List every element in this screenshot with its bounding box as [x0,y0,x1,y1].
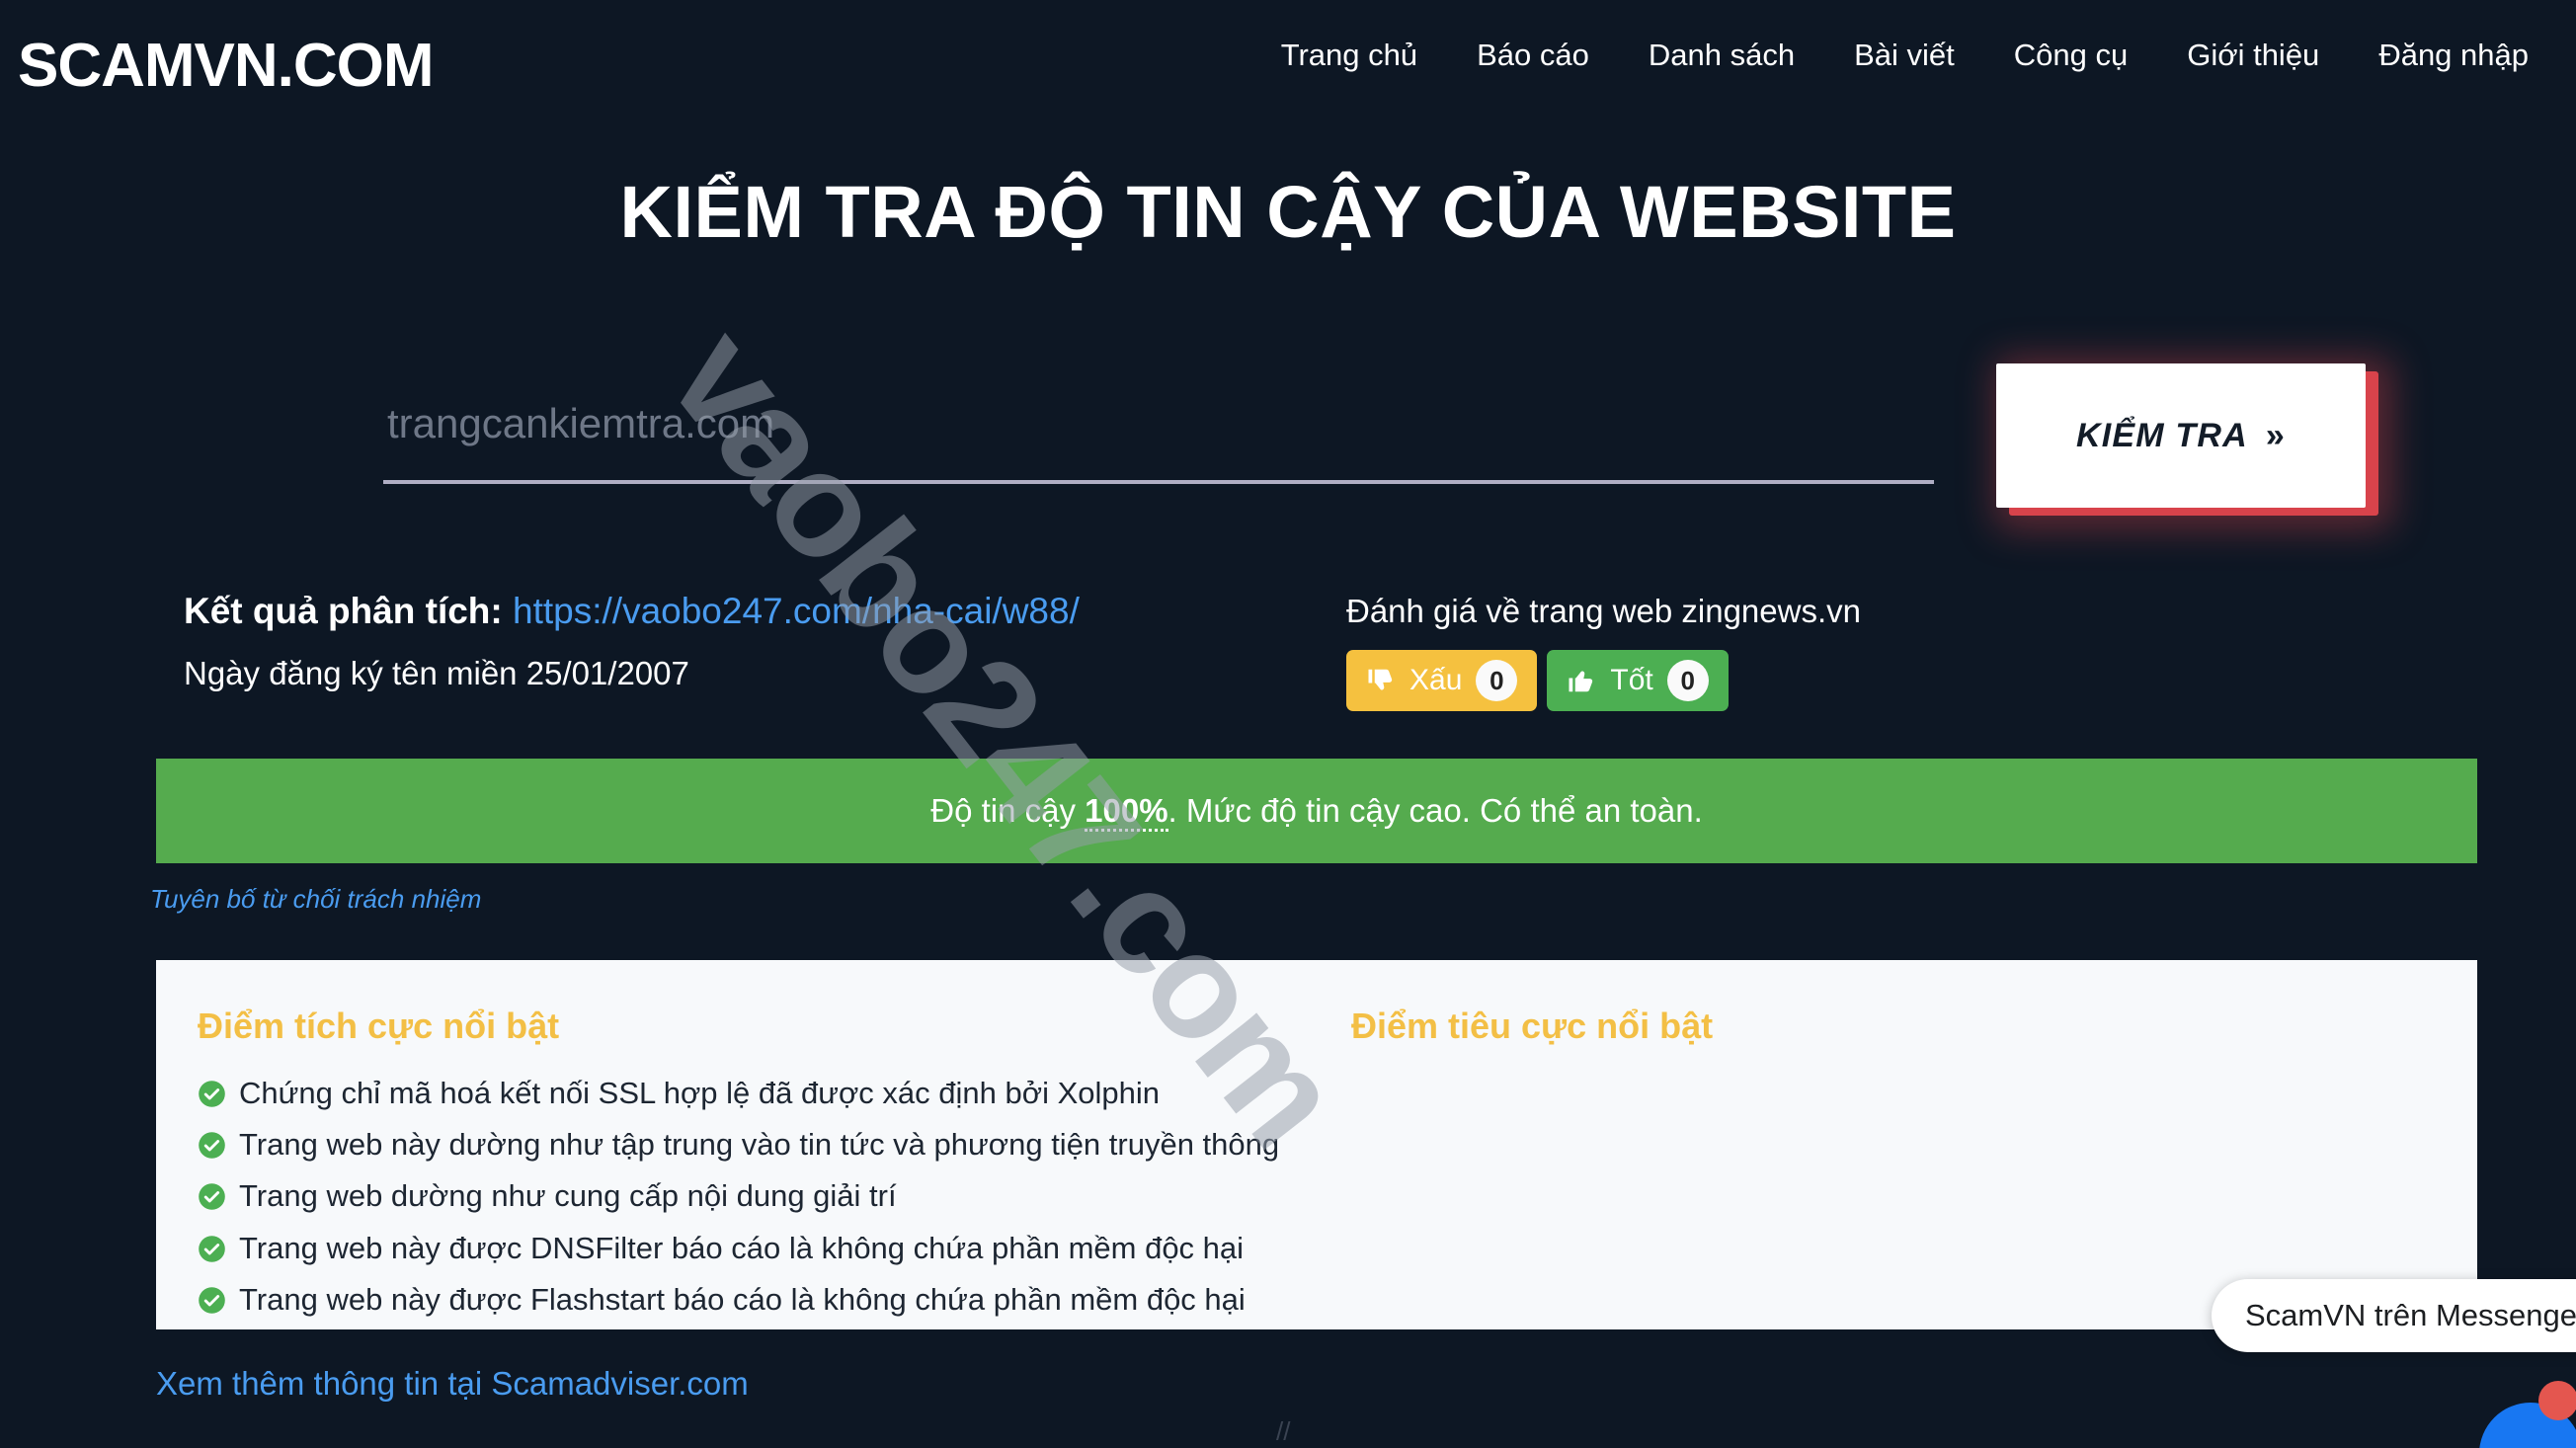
trust-score-banner: Độ tin cậy 100%. Mức độ tin cậy cao. Có … [156,759,2477,863]
list-item-label: Trang web này được DNSFilter báo cáo là … [239,1230,1245,1265]
domain-registration-date: Ngày đăng ký tên miền 25/01/2007 [184,654,689,691]
list-item: Chứng chỉ mã hoá kết nối SSL hợp lệ đã đ… [198,1075,1333,1111]
disclaimer-link[interactable]: Tuyên bố từ chối trách nhiệm [150,884,481,915]
list-item-label: Chứng chỉ mã hoá kết nối SSL hợp lệ đã đ… [239,1076,1160,1110]
scroll-indicator: // [1276,1416,1291,1446]
positive-points-heading: Điểm tích cực nổi bật [198,1006,560,1046]
nav-item-gioi-thieu[interactable]: Giới thiệu [2157,38,2349,73]
trust-percent: 100% [1085,792,1168,832]
rating-section: Đánh giá về trang web zingnews.vn Xấu 0 … [1346,593,1861,711]
negative-points-column: Điểm tiêu cực nổi bật [1351,960,2438,1329]
analysis-result: Kết quả phân tích: https://vaobo247.com/… [184,591,1080,692]
chevron-double-right-icon: » [2265,416,2287,454]
thumbs-down-icon [1366,666,1396,695]
rate-bad-button[interactable]: Xấu 0 [1346,650,1538,711]
check-circle-icon [198,1235,226,1263]
nav-item-danh-sach[interactable]: Danh sách [1619,38,1824,73]
positive-points-list: Chứng chỉ mã hoá kết nối SSL hợp lệ đã đ… [198,1075,1333,1318]
nav-item-bao-cao[interactable]: Báo cáo [1447,38,1619,73]
list-item-label: Trang web dường như cung cấp nội dung gi… [239,1178,897,1214]
main-navigation: Trang chủ Báo cáo Danh sách Bài viết Côn… [1251,38,2558,73]
check-circle-icon [198,1286,226,1315]
rate-good-label: Tốt [1610,664,1653,696]
rate-bad-label: Xấu [1409,664,1463,696]
site-logo[interactable]: SCAMVN.COM [18,36,435,97]
rating-title: Đánh giá về trang web zingnews.vn [1346,593,1861,629]
search-form [383,385,1934,484]
trust-prefix: Độ tin cậy [930,792,1086,829]
list-item: Trang web này dường như tập trung vào ti… [198,1126,1333,1163]
list-item-label: Trang web này được Flashstart báo cáo là… [239,1281,1246,1317]
analysis-result-url[interactable]: https://vaobo247.com/nha-cai/w88/ [513,591,1080,631]
analysis-result-label: Kết quả phân tích: [184,591,503,631]
scamadviser-more-info-link[interactable]: Xem thêm thông tin tại Scamadviser.com [156,1365,749,1403]
rate-good-count: 0 [1666,660,1709,701]
site-header: SCAMVN.COM Trang chủ Báo cáo Danh sách B… [0,0,2576,146]
trust-suffix: . Mức độ tin cậy cao. Có thể an toàn. [1167,792,1703,829]
check-button[interactable]: KIỂM TRA » [1996,363,2366,508]
list-item: Trang web này được Flashstart báo cáo là… [198,1281,1333,1318]
highlights-card: Điểm tích cực nổi bật Chứng chỉ mã hoá k… [156,960,2477,1329]
list-item: Trang web này được DNSFilter báo cáo là … [198,1230,1333,1266]
rate-good-button[interactable]: Tốt 0 [1547,650,1729,711]
list-item: Trang web dường như cung cấp nội dung gi… [198,1177,1333,1214]
check-circle-icon [198,1131,226,1160]
negative-points-heading: Điểm tiêu cực nổi bật [1351,1006,1714,1046]
messenger-greeting-bubble[interactable]: ScamVN trên Messenger [2212,1279,2576,1352]
rating-buttons: Xấu 0 Tốt 0 [1346,650,1861,711]
check-circle-icon [198,1080,226,1108]
analysis-result-line: Kết quả phân tích: https://vaobo247.com/… [184,591,1080,633]
nav-item-trang-chu[interactable]: Trang chủ [1251,38,1447,73]
messenger-notification-badge [2538,1381,2576,1420]
positive-points-column: Điểm tích cực nổi bật Chứng chỉ mã hoá k… [198,960,1333,1329]
thumbs-up-icon [1567,666,1596,695]
nav-item-bai-viet[interactable]: Bài viết [1824,38,1984,73]
trust-score-text: Độ tin cậy 100%. Mức độ tin cậy cao. Có … [930,792,1703,832]
rate-bad-count: 0 [1476,660,1518,701]
check-circle-icon [198,1182,226,1211]
nav-item-cong-cu[interactable]: Công cụ [1984,38,2157,73]
check-button-label: KIỂM TRA [2075,416,2248,454]
nav-item-dang-nhap[interactable]: Đăng nhập [2349,38,2558,73]
page-root: SCAMVN.COM Trang chủ Báo cáo Danh sách B… [0,0,2576,1448]
list-item-label: Trang web này dường như tập trung vào ti… [239,1127,1280,1163]
search-input[interactable] [383,385,1934,484]
page-title: KIỂM TRA ĐỘ TIN CẬY CỦA WEBSITE [619,171,1957,253]
